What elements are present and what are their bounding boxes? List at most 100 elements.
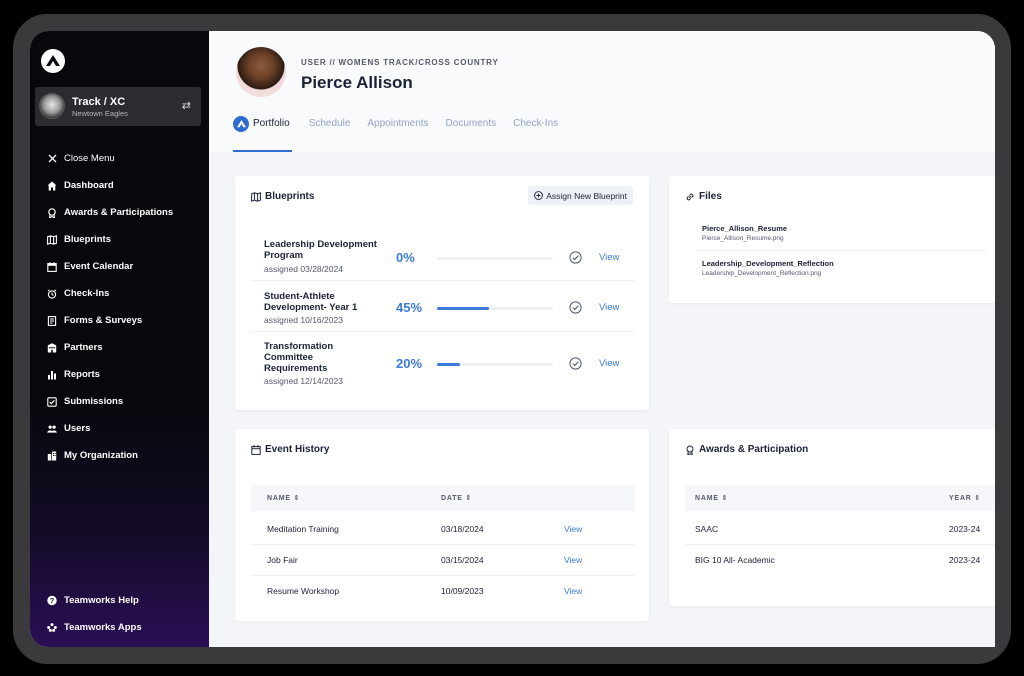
blueprint-date: assigned 03/28/2024 xyxy=(264,264,343,274)
file-name: Leadership_Development_Reflection xyxy=(702,259,834,268)
sidebar-item-label: Check-Ins xyxy=(64,288,110,299)
event-date: 10/09/2023 xyxy=(441,586,484,596)
blueprints-card: Blueprints Assign New Blueprint Leadersh… xyxy=(235,176,649,410)
blueprint-name: Transformation Committee Requirements xyxy=(264,341,334,374)
sidebar-item-label: Forms & Surveys xyxy=(64,315,143,326)
column-header-name[interactable]: NAME ⇕ xyxy=(695,494,728,502)
column-header-year[interactable]: YEAR ⇕ xyxy=(949,494,981,502)
blueprint-progress-fill xyxy=(437,363,461,366)
blueprint-view-link[interactable]: View xyxy=(599,358,619,369)
tab-portfolio[interactable]: Portfolio xyxy=(233,115,292,152)
team-switcher[interactable]: Track / XC Newtown Eagles ⇄ xyxy=(35,87,201,126)
check-square-icon xyxy=(47,396,57,407)
blueprint-percent: 45% xyxy=(396,300,423,315)
sidebar-item-partners[interactable]: Partners xyxy=(30,334,209,361)
sort-icon: ⇕ xyxy=(293,495,301,502)
event-view-link[interactable]: View xyxy=(564,555,582,565)
sidebar-item-label: My Organization xyxy=(64,450,138,461)
sidebar-item-label: Teamworks Help xyxy=(64,595,139,606)
file-item[interactable]: Pierce_Allison_Resume Pierce_Allison_Res… xyxy=(702,224,787,242)
plus-circle-icon xyxy=(534,191,544,200)
blueprint-row: Transformation Committee Requirements as… xyxy=(251,332,635,394)
award-icon xyxy=(685,445,695,455)
card-title-label: Awards & Participation xyxy=(699,444,809,455)
sidebar-item-check-ins[interactable]: Check-Ins xyxy=(30,280,209,307)
card-title-label: Blueprints xyxy=(265,191,315,202)
teamworks-logo-icon[interactable] xyxy=(41,49,65,73)
blueprint-date: assigned 12/14/2023 xyxy=(264,376,343,386)
table-row: Meditation Training 03/18/2024 View xyxy=(251,514,635,545)
column-header-name[interactable]: NAME ⇕ xyxy=(267,494,300,502)
column-header-date[interactable]: DATE ⇕ xyxy=(441,494,472,502)
team-avatar xyxy=(39,93,65,119)
event-view-link[interactable]: View xyxy=(564,586,582,596)
blueprint-row: Leadership Development Program assigned … xyxy=(251,231,635,281)
award-name: BIG 10 All- Academic xyxy=(695,555,775,565)
sidebar-item-users[interactable]: Users xyxy=(30,415,209,442)
awards-table-header: NAME ⇕ YEAR ⇕ xyxy=(685,485,995,511)
events-table-header: NAME ⇕ DATE ⇕ xyxy=(251,485,635,511)
map-icon xyxy=(47,234,57,245)
page-title: Pierce Allison xyxy=(301,73,413,92)
blueprint-view-link[interactable]: View xyxy=(599,252,619,263)
tab-label: Portfolio xyxy=(253,118,290,129)
sort-icon: ⇕ xyxy=(974,495,982,502)
svg-text:?: ? xyxy=(50,596,55,605)
building-icon xyxy=(47,342,57,353)
sidebar-item-dashboard[interactable]: Dashboard xyxy=(30,172,209,199)
blueprint-date: assigned 10/16/2023 xyxy=(264,315,343,325)
sort-icon: ⇕ xyxy=(721,495,729,502)
users-icon xyxy=(47,424,57,434)
file-filename: Leadership_Development_Reflection.png xyxy=(702,270,822,277)
sidebar-item-close-menu[interactable]: Close Menu xyxy=(30,145,209,172)
event-view-link[interactable]: View xyxy=(564,524,582,534)
blueprint-row: Student-Athlete Development- Year 1 assi… xyxy=(251,281,635,332)
blueprint-view-link[interactable]: View xyxy=(599,302,619,313)
blueprint-progress-fill xyxy=(437,307,490,310)
blueprint-percent: 20% xyxy=(396,356,423,371)
table-row: Job Fair 03/15/2024 View xyxy=(251,545,635,576)
home-icon xyxy=(47,181,57,191)
swap-icon[interactable]: ⇄ xyxy=(182,99,191,112)
sidebar-item-awards[interactable]: Awards & Participations xyxy=(30,199,209,226)
sidebar-bottom: ? Teamworks Help Teamworks Apps xyxy=(30,587,209,641)
check-circle-icon xyxy=(569,301,582,314)
sidebar-item-label: Partners xyxy=(64,342,103,353)
assign-new-blueprint-button[interactable]: Assign New Blueprint xyxy=(528,186,633,205)
alarm-icon xyxy=(47,288,57,299)
blueprints-title: Blueprints xyxy=(251,191,314,202)
form-icon xyxy=(47,315,57,326)
sidebar-item-label: Reports xyxy=(64,369,100,380)
sidebar-item-teamworks-help[interactable]: ? Teamworks Help xyxy=(30,587,209,614)
tab-schedule[interactable]: Schedule xyxy=(309,115,351,152)
tab-documents[interactable]: Documents xyxy=(446,115,497,152)
sidebar-item-my-organization[interactable]: My Organization xyxy=(30,442,209,469)
award-icon xyxy=(47,207,57,218)
blueprint-percent: 0% xyxy=(396,250,415,265)
table-row: SAAC 2023-24 xyxy=(685,514,995,545)
sidebar-item-reports[interactable]: Reports xyxy=(30,361,209,388)
awards-title: Awards & Participation xyxy=(685,444,808,455)
blueprint-progress-bar xyxy=(437,307,553,310)
sidebar-item-label: Awards & Participations xyxy=(64,207,174,218)
tab-appointments[interactable]: Appointments xyxy=(367,115,428,152)
sidebar-item-label: Dashboard xyxy=(64,180,114,191)
main-content: USER // WOMENS TRACK/CROSS COUNTRY Pierc… xyxy=(209,31,995,647)
card-title-label: Files xyxy=(699,191,722,202)
sidebar-item-blueprints[interactable]: Blueprints xyxy=(30,226,209,253)
table-row: Resume Workshop 10/09/2023 View xyxy=(251,576,635,607)
calendar-icon xyxy=(47,261,57,272)
sidebar: Track / XC Newtown Eagles ⇄ Close Menu D… xyxy=(30,31,209,647)
sidebar-item-forms[interactable]: Forms & Surveys xyxy=(30,307,209,334)
event-name: Meditation Training xyxy=(267,524,339,534)
tab-check-ins[interactable]: Check-Ins xyxy=(513,115,558,152)
sidebar-item-teamworks-apps[interactable]: Teamworks Apps xyxy=(30,614,209,641)
profile-header: USER // WOMENS TRACK/CROSS COUNTRY Pierc… xyxy=(209,31,995,152)
file-item[interactable]: Leadership_Development_Reflection Leader… xyxy=(702,259,834,277)
sidebar-item-submissions[interactable]: Submissions xyxy=(30,388,209,415)
portfolio-logo-icon xyxy=(233,116,249,132)
sidebar-item-label: Submissions xyxy=(64,396,124,407)
event-name: Resume Workshop xyxy=(267,586,340,596)
sidebar-item-event-calendar[interactable]: Event Calendar xyxy=(30,253,209,280)
sidebar-item-label: Event Calendar xyxy=(64,261,134,272)
